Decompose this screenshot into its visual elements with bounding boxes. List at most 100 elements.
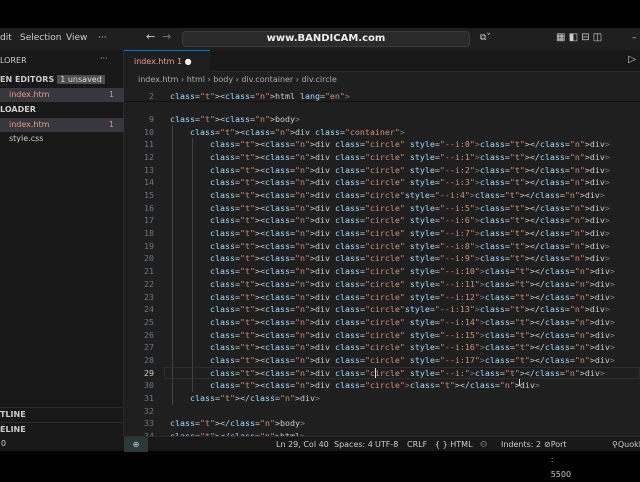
code-text: class="t"><class="n">div class="circle" … [210,139,610,150]
code-text: class="t"><class="n">div class="circle">… [210,380,540,391]
minimize-icon[interactable]: – [632,33,637,43]
code-text: class="t"><class="n">div class="circle" … [210,367,605,378]
line-number: 25 [144,316,154,327]
code-text: class="t"><class="n">div class="circle" … [210,266,615,277]
code-line[interactable]: 15 class="t"><class="n">div class="circle… [124,189,640,201]
code-line[interactable]: 21 class="t"><class="n">div class="circle… [124,265,640,277]
outline-header[interactable]: TLINE [0,407,124,421]
line-number: 32 [144,405,154,416]
code-text: class="t"><class="n">div class="circle" … [210,253,610,264]
menu-more[interactable]: ··· [98,33,107,43]
code-line[interactable]: 12 class="t"><class="n">div class="circle… [124,151,640,163]
code-text: class="t"><class="n">div class="circle" … [210,278,615,289]
problem-count: 1 [108,90,114,99]
language-mode[interactable]: { } HTML [435,437,473,452]
file-name: index.htm [9,90,50,99]
menu-edit[interactable]: dit [0,33,12,43]
code-text: class="t"><class="n">div class="circle" … [210,152,610,163]
open-editor-index[interactable]: index.htm 1 [0,88,124,102]
command-center-search[interactable]: www.BANDICAM.com [182,31,470,47]
code-line[interactable]: 32 [124,405,640,417]
problem-count: 1 [108,120,114,129]
zoom-icon[interactable]: ⊕ [124,437,148,452]
code-line[interactable]: 25 class="t"><class="n">div class="circle… [124,316,640,328]
code-text: class="t"><class="n">div class="circle"s… [210,304,610,315]
text-cursor [375,367,376,378]
indent-guide [172,125,173,405]
line-number: 12 [144,152,154,163]
code-text: class="t"><class="n">div class="circle" … [210,316,615,327]
open-editors-header[interactable]: EN EDITORS 1 unsaved [0,73,124,87]
menu-view[interactable]: View [66,33,87,43]
cursor-position[interactable]: Ln 29, Col 40 [276,437,329,452]
run-icon[interactable]: ▷ [628,54,636,65]
indentation[interactable]: Spaces: 4 [334,437,373,452]
line-number: 10 [144,126,154,137]
code-line[interactable]: 18 class="t"><class="n">div class="circle… [124,227,640,239]
code-line[interactable]: 22 class="t"><class="n">div class="circle… [124,278,640,290]
file-name: index.htm [9,120,50,129]
code-line[interactable]: 2 class="t"><class="n">html lang="en"> [124,90,640,102]
more-icon[interactable]: ··· [100,54,108,63]
explorer-sidebar: LORER ··· EN EDITORS 1 unsaved index.htm 1… [0,50,124,436]
line-number: 19 [144,240,154,251]
quokka-label: Quokl [617,440,640,449]
code-line[interactable]: 28 class="t"><class="n">div class="circle… [124,354,640,366]
line-number: 11 [144,139,154,150]
line-ending[interactable]: CRLF [407,437,427,452]
breadcrumb-item[interactable]: html [187,75,205,84]
breadcrumb-item[interactable]: body [213,75,233,84]
code-text: class="t"><class="n">div class="circle"s… [210,190,605,201]
line-number: 26 [144,329,154,340]
code-line[interactable]: 14 class="t"><class="n">div class="circle… [124,176,640,188]
menu-selection[interactable]: Selection [20,33,61,43]
quokka[interactable]: ⚲ Quokl [612,437,640,452]
line-number: 31 [144,392,154,403]
line-number: 2 [149,91,154,101]
unsaved-dot-icon[interactable]: ● [185,57,192,66]
tab-label: index.htm 1 [134,57,183,66]
line-number: 21 [144,266,154,277]
breadcrumb-item[interactable]: index.htm [138,75,178,84]
copilot-icon[interactable]: ⚇ [480,437,487,452]
tab-bar: index.htm 1 ● ▷ [124,50,640,72]
code-line[interactable]: 24 class="t"><class="n">div class="circle… [124,303,640,315]
code-line[interactable]: 30 class="t"><class="n">div class="circle… [124,379,640,391]
code-line[interactable]: 9 class="t"><class="n">body> [124,113,640,125]
layout-icons[interactable]: ▦ ◧ ⊟ ◫ [556,32,602,43]
code-line[interactable]: 33 class="t"></class="n">body> [124,417,640,429]
status-bar: ⊕ Ln 29, Col 40 Spaces: 4 UTF-8 CRLF { }… [124,436,640,479]
file-style[interactable]: style.css [0,132,124,146]
code-line[interactable]: 13 class="t"><class="n">div class="circle… [124,164,640,176]
indents[interactable]: Indents: 2 [501,437,541,452]
breadcrumb-item[interactable]: div.circle [302,75,337,84]
code-line[interactable]: 10 class="t"><class="n">div class="contai… [124,126,640,138]
code-line[interactable]: 29 class="t"><class="n">div class="circle… [124,366,640,379]
code-line[interactable]: 11 class="t"><class="n">div class="circle… [124,138,640,150]
forward-arrow-icon[interactable]: → [162,30,171,43]
line-number: 23 [144,291,154,302]
code-line[interactable]: 16 class="t"><class="n">div class="circle… [124,202,640,214]
code-line[interactable]: 20 class="t"><class="n">div class="circle… [124,252,640,264]
code-text: class="t"><class="n">div class="circle" … [210,228,610,239]
back-arrow-icon[interactable]: ← [146,30,155,43]
code-editor[interactable]: 2 class="t"><class="n">html lang="en"> 9 cl… [124,88,640,441]
tab-index-htm[interactable]: index.htm 1 ● [124,50,210,72]
indent-guide [192,138,193,392]
breadcrumb-item[interactable]: div.container [241,75,293,84]
code-line[interactable]: 27 class="t"><class="n">div class="circle… [124,341,640,353]
file-name: style.css [9,134,44,143]
timeline-header[interactable]: ELINE [0,422,124,436]
file-index[interactable]: index.htm 1 [0,118,124,132]
code-line[interactable]: 31 class="t"></class="n">div> [124,392,640,404]
code-line[interactable]: 23 class="t"><class="n">div class="circle… [124,291,640,303]
copilot-icon[interactable]: ⧉˅ [480,33,491,43]
folder-header[interactable]: LOADER [0,103,124,117]
title-bar: dit Selection View ··· ← → www.BANDICAM.… [0,28,640,50]
encoding[interactable]: UTF-8 [375,437,398,452]
code-line[interactable]: 17 class="t"><class="n">div class="circle… [124,214,640,226]
live-server-port[interactable]: ⊘ Port : 5500 [544,437,571,479]
code-line[interactable]: 19 class="t"><class="n">div class="circle… [124,240,640,252]
line-number: 17 [144,215,154,226]
code-line[interactable]: 26 class="t"><class="n">div class="circle… [124,329,640,341]
